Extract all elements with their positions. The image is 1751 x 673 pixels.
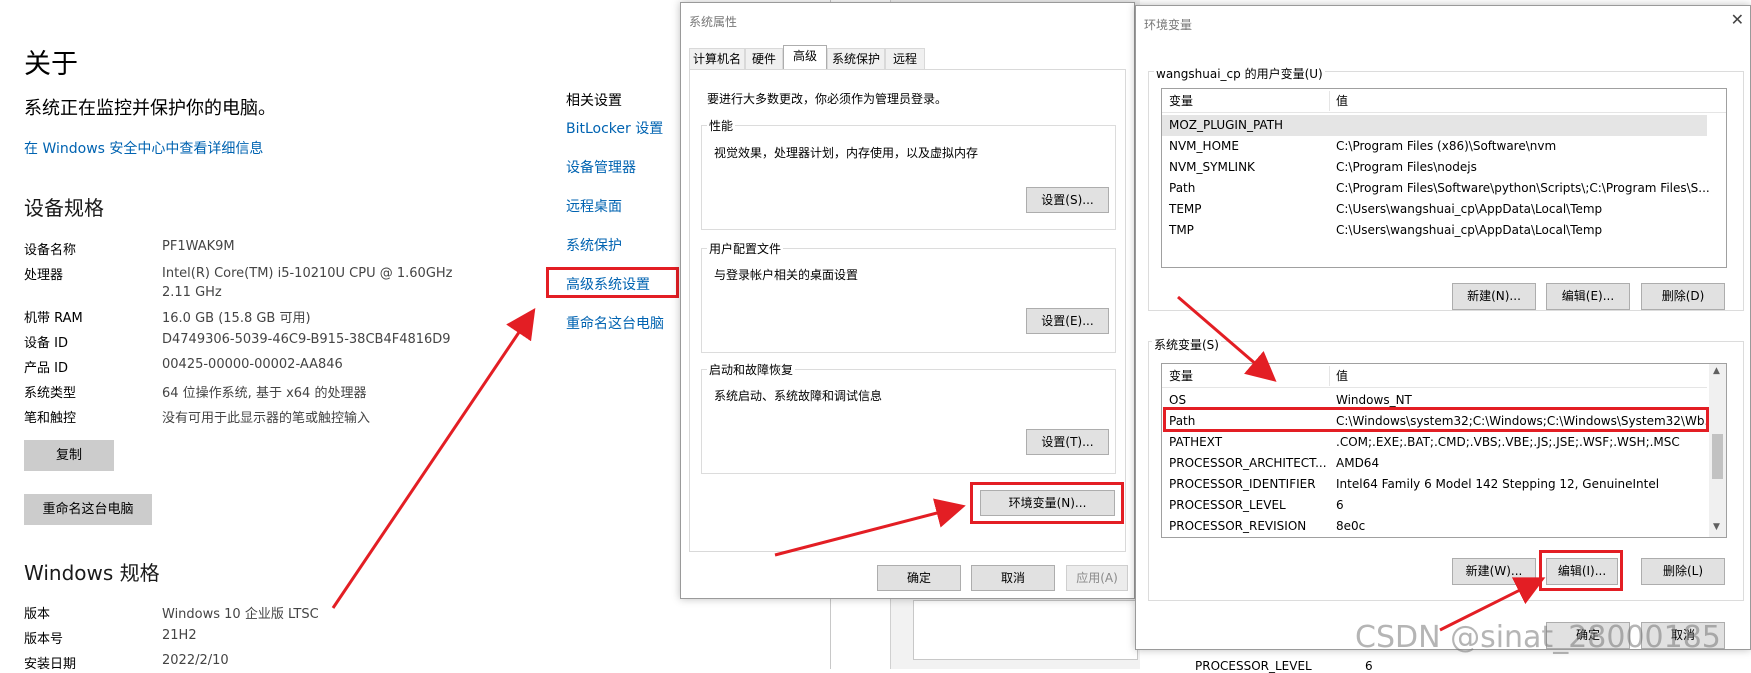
annotation-arrows bbox=[331, 295, 1546, 632]
arrow-to-advanced-settings bbox=[331, 308, 536, 609]
watermark: CSDN @sinat_28000185 bbox=[1355, 620, 1721, 655]
arrow-to-system-variables bbox=[1177, 295, 1277, 382]
arrow-to-envvars-button bbox=[774, 498, 966, 557]
